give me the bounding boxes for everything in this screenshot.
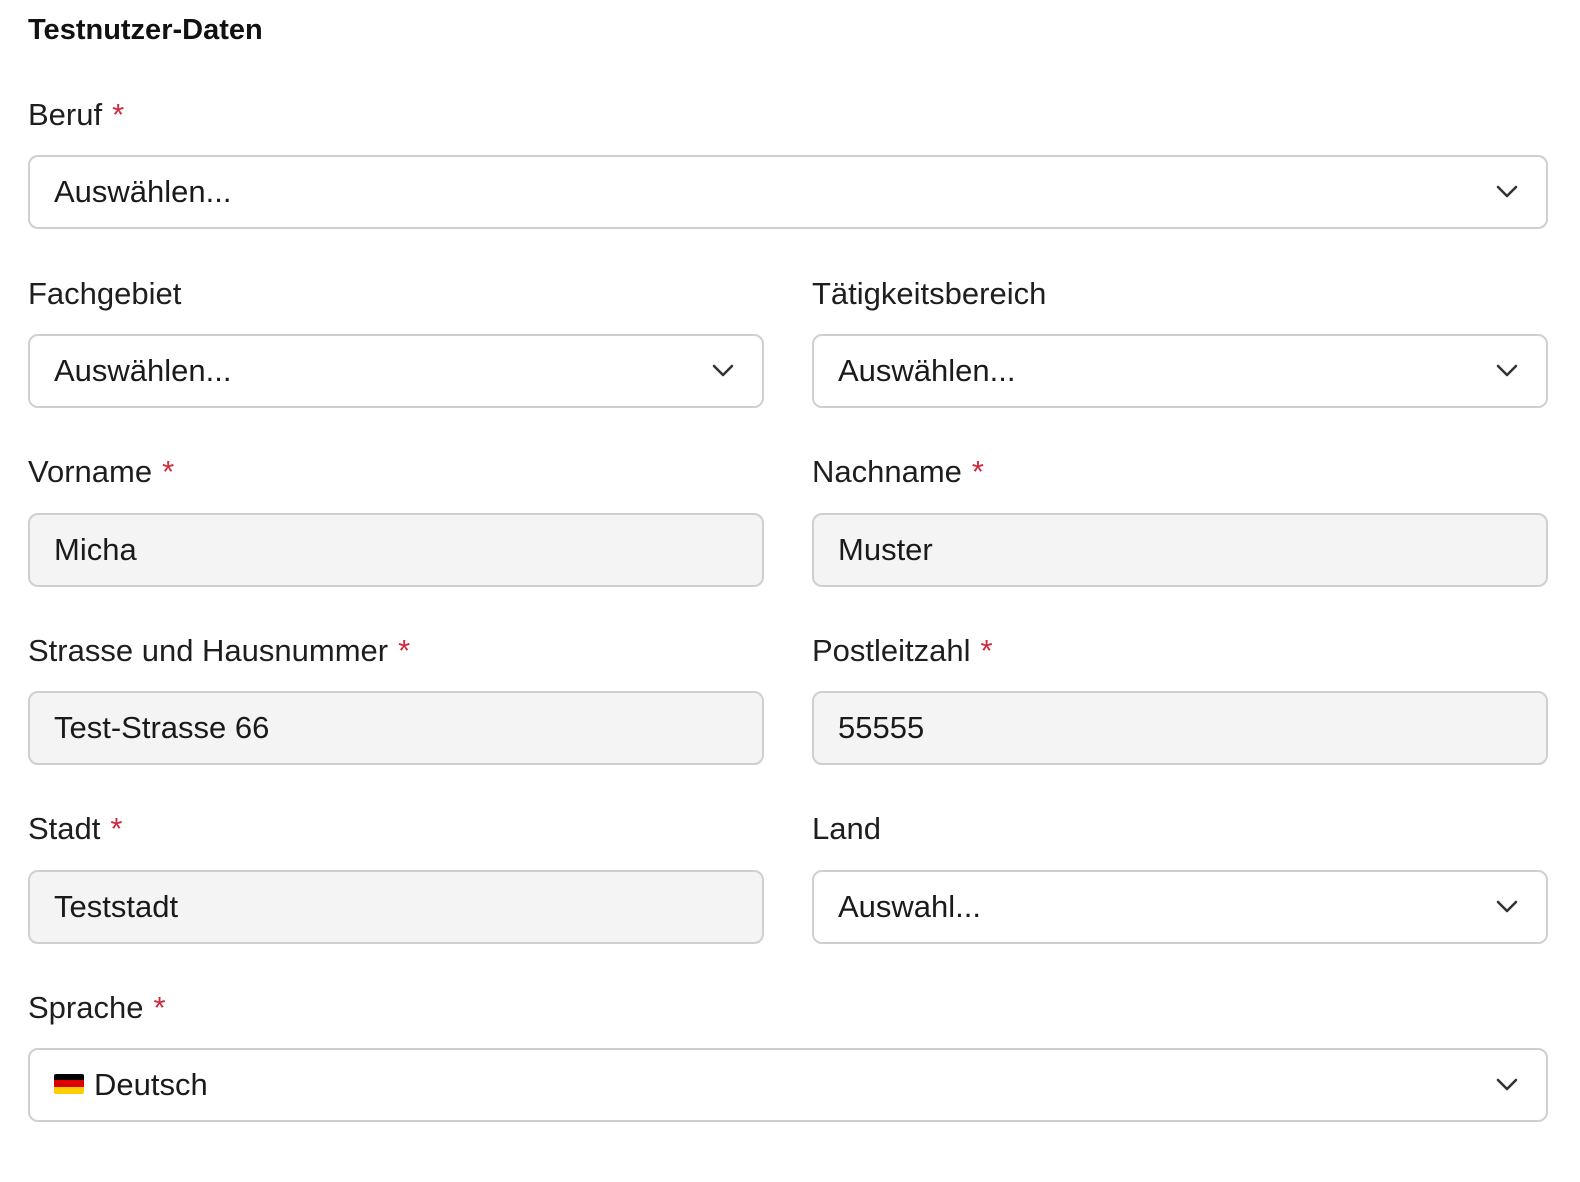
taetigkeitsbereich-select-value: Auswählen... bbox=[838, 353, 1016, 388]
chevron-down-icon bbox=[710, 358, 736, 384]
chevron-down-icon bbox=[1494, 894, 1520, 920]
vorname-input[interactable]: Micha bbox=[28, 513, 764, 587]
required-asterisk: * bbox=[162, 454, 175, 489]
required-asterisk: * bbox=[971, 454, 984, 489]
required-asterisk: * bbox=[112, 97, 125, 132]
chevron-down-icon bbox=[1494, 179, 1520, 205]
land-label: Land bbox=[812, 811, 881, 846]
required-asterisk: * bbox=[110, 811, 123, 846]
land-select[interactable]: Auswahl... bbox=[812, 870, 1548, 944]
stadt-label: Stadt * bbox=[28, 811, 123, 846]
nachname-label: Nachname * bbox=[812, 454, 984, 489]
land-select-value: Auswahl... bbox=[838, 889, 982, 924]
postleitzahl-input-value: 55555 bbox=[838, 710, 925, 745]
vorname-input-value: Micha bbox=[54, 532, 137, 567]
taetigkeitsbereich-label: Tätigkeitsbereich bbox=[812, 276, 1047, 311]
strasse-label: Strasse und Hausnummer * bbox=[28, 633, 411, 668]
strasse-input-value: Test-Strasse 66 bbox=[54, 710, 270, 745]
stadt-input[interactable]: Teststadt bbox=[28, 870, 764, 944]
beruf-select-value: Auswählen... bbox=[54, 174, 232, 209]
fachgebiet-select-value: Auswählen... bbox=[54, 353, 232, 388]
stadt-input-value: Teststadt bbox=[54, 889, 179, 924]
sprache-select-text: Deutsch bbox=[94, 1067, 208, 1102]
required-asterisk: * bbox=[980, 633, 993, 668]
chevron-down-icon bbox=[1494, 1072, 1520, 1098]
beruf-select[interactable]: Auswählen... bbox=[28, 155, 1548, 229]
taetigkeitsbereich-select[interactable]: Auswählen... bbox=[812, 334, 1548, 408]
required-asterisk: * bbox=[153, 990, 166, 1025]
fachgebiet-label: Fachgebiet bbox=[28, 276, 182, 311]
strasse-input[interactable]: Test-Strasse 66 bbox=[28, 691, 764, 765]
sprache-label: Sprache * bbox=[28, 990, 166, 1025]
germany-flag-icon bbox=[54, 1073, 84, 1094]
nachname-input[interactable]: Muster bbox=[812, 513, 1548, 587]
postleitzahl-input[interactable]: 55555 bbox=[812, 691, 1548, 765]
fachgebiet-select[interactable]: Auswählen... bbox=[28, 334, 764, 408]
postleitzahl-label: Postleitzahl * bbox=[812, 633, 993, 668]
sprache-select[interactable]: Deutsch bbox=[28, 1048, 1548, 1122]
sprache-select-value: Deutsch bbox=[54, 1067, 1494, 1103]
chevron-down-icon bbox=[1494, 358, 1520, 384]
beruf-label: Beruf * bbox=[28, 97, 125, 132]
section-title: Testnutzer-Daten bbox=[28, 14, 263, 46]
required-asterisk: * bbox=[398, 633, 411, 668]
vorname-label: Vorname * bbox=[28, 454, 175, 489]
nachname-input-value: Muster bbox=[838, 532, 933, 567]
